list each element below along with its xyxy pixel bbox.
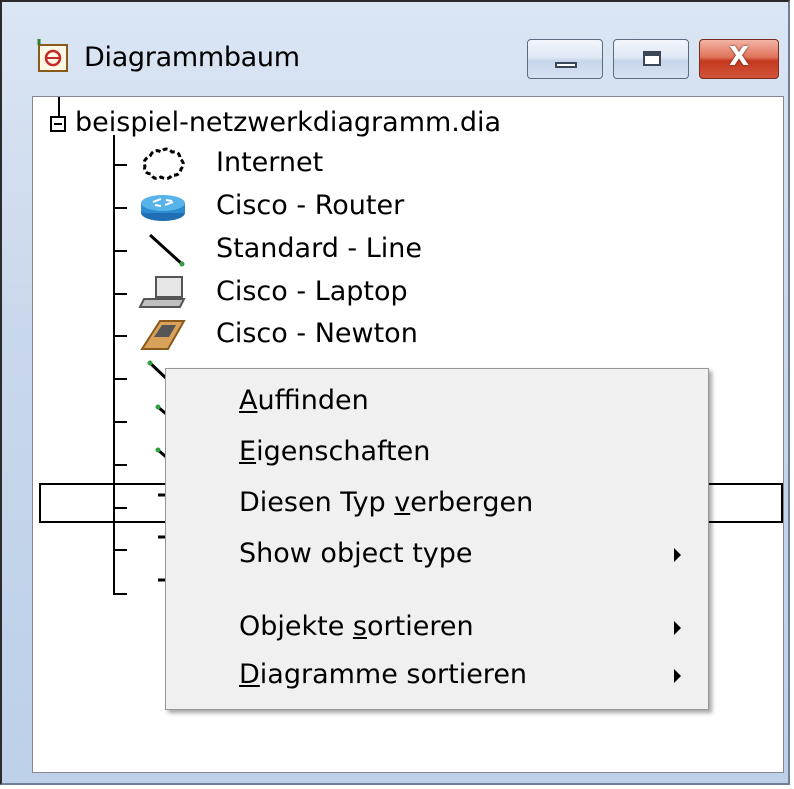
tree-item-standard-line[interactable]: Standard - Line xyxy=(216,233,422,264)
menu-item-eigenschaften[interactable]: Eigenschaften xyxy=(166,430,708,476)
tree-connector xyxy=(113,293,127,295)
menu-label-rest: erbergen xyxy=(410,487,534,518)
newton-icon xyxy=(138,317,188,353)
menu-item-auffinden[interactable]: Auffinden xyxy=(166,379,708,425)
submenu-arrow-icon xyxy=(674,669,681,683)
tree-connector xyxy=(113,207,127,209)
tree-item-cisco-newton[interactable]: Cisco - Newton xyxy=(216,318,418,349)
menu-label-rest: igenschaften xyxy=(256,436,431,467)
menu-label-rest: ortieren xyxy=(367,611,474,642)
menu-item-label: Objekte sortieren xyxy=(239,611,474,642)
tree-item-cisco-router[interactable]: Cisco - Router xyxy=(216,190,404,221)
tree-item-internet[interactable]: Internet xyxy=(216,147,323,178)
menu-label-before: Objekte xyxy=(239,611,353,642)
menu-label-rest: uffinden xyxy=(257,385,369,416)
cloud-icon xyxy=(138,146,188,182)
laptop-icon xyxy=(138,275,188,311)
tree-connector xyxy=(113,464,127,466)
menu-item-label: Diagramme sortieren xyxy=(239,659,527,690)
tree-connector xyxy=(58,97,60,117)
submenu-arrow-icon xyxy=(674,548,681,562)
menu-item-label: Show object type xyxy=(239,538,473,569)
context-menu: Auffinden Eigenschaften Diesen Typ verbe… xyxy=(165,368,709,710)
menu-mnemonic: D xyxy=(239,659,260,690)
menu-mnemonic: A xyxy=(239,385,258,416)
tree-connector xyxy=(113,250,127,252)
router-icon xyxy=(138,189,188,225)
menu-label-before: Diesen Typ xyxy=(239,487,395,518)
close-icon: X xyxy=(728,42,750,72)
tree-connector xyxy=(113,335,127,337)
menu-item-label: Eigenschaften xyxy=(239,436,430,467)
tree-connector xyxy=(113,135,115,595)
line-icon xyxy=(138,232,188,268)
tree-connector xyxy=(113,421,127,423)
tree-connector xyxy=(113,549,127,551)
menu-mnemonic: E xyxy=(239,436,257,467)
minimize-button[interactable] xyxy=(527,39,603,79)
dia-diagram-icon xyxy=(36,38,72,74)
window-title: Diagrammbaum xyxy=(84,42,300,73)
menu-item-sort-objects[interactable]: Objekte sortieren xyxy=(166,605,708,651)
title-bar[interactable]: Diagrammbaum X xyxy=(2,2,788,86)
collapse-toggle[interactable] xyxy=(50,116,66,132)
menu-item-hide-type[interactable]: Diesen Typ verbergen xyxy=(166,481,708,527)
menu-item-sort-diagrams[interactable]: Diagramme sortieren xyxy=(166,653,708,699)
tree-connector xyxy=(113,593,127,595)
tree-connector xyxy=(113,378,127,380)
menu-mnemonic: v xyxy=(394,487,411,518)
menu-item-label: Auffinden xyxy=(239,385,369,416)
menu-label-rest: iagramme sortieren xyxy=(259,659,528,690)
maximize-icon xyxy=(643,51,661,66)
maximize-button[interactable] xyxy=(613,39,689,79)
tree-item-cisco-laptop[interactable]: Cisco - Laptop xyxy=(216,276,408,307)
menu-item-show-object-type[interactable]: Show object type xyxy=(166,532,708,578)
tree-connector xyxy=(113,164,127,166)
close-button[interactable]: X xyxy=(699,39,779,79)
tree-root-label[interactable]: beispiel-netzwerkdiagramm.dia xyxy=(75,107,501,138)
menu-item-label: Diesen Typ verbergen xyxy=(239,487,533,518)
menu-mnemonic: s xyxy=(352,611,367,642)
diagram-tree-window: Diagrammbaum X beispiel-netzwerkdiagramm… xyxy=(0,0,790,785)
minimize-icon xyxy=(555,62,577,68)
submenu-arrow-icon xyxy=(674,621,681,635)
